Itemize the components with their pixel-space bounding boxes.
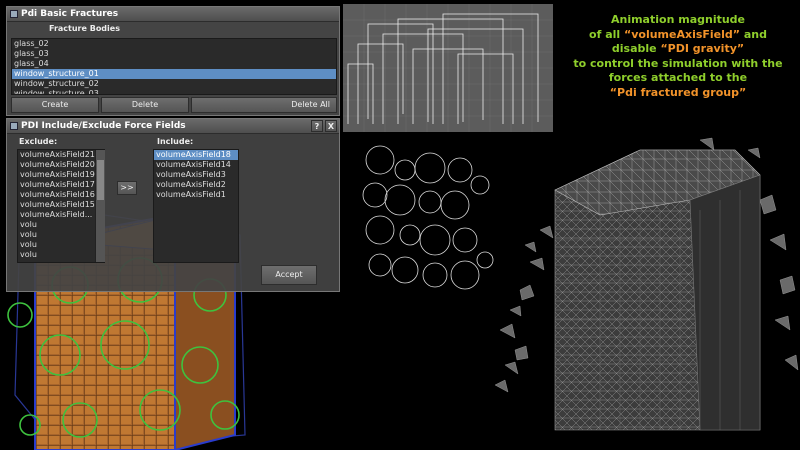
close-button[interactable]: X	[325, 120, 337, 132]
scrollbar-thumb[interactable]	[97, 160, 104, 200]
force-fields-window: PDI Include/Exclude Force Fields ? X Exc…	[6, 118, 340, 292]
app-icon	[10, 122, 18, 130]
annotation-text-part: disable	[611, 42, 661, 55]
list-item-selected[interactable]: window_structure_01	[12, 69, 336, 79]
fracture-window-titlebar[interactable]: Pdi Basic Fractures	[7, 7, 339, 22]
list-item[interactable]: volu	[18, 240, 104, 250]
list-item[interactable]: glass_04	[12, 59, 336, 69]
fracture-bodies-list[interactable]: glass_02 glass_03 glass_04 window_struct…	[11, 38, 337, 95]
list-item[interactable]: volu	[18, 230, 104, 240]
list-item[interactable]: volu	[18, 220, 104, 230]
list-item[interactable]: window_structure_03	[12, 89, 336, 94]
accept-button[interactable]: Accept	[261, 265, 317, 285]
include-list[interactable]: volumeAxisField18 volumeAxisField14 volu…	[153, 149, 239, 263]
exclude-list[interactable]: volumeAxisField21 volumeAxisField20 volu…	[17, 149, 105, 263]
list-item[interactable]: volumeAxisField3	[154, 170, 238, 180]
list-item[interactable]: volumeAxisField20	[18, 160, 104, 170]
annotation-line-4: to control the simulation with the	[573, 56, 783, 70]
annotation-line-3: disable “PDI gravity”	[563, 42, 793, 57]
fracture-window-title: Pdi Basic Fractures	[21, 9, 119, 19]
shattered-building	[554, 149, 761, 431]
force-field-spheres-cluster	[362, 145, 494, 290]
annotation-line-6: “Pdi fractured group”	[609, 85, 747, 99]
annotation-line-2: of all “volumeAxisField” and	[563, 28, 793, 43]
exclude-label: Exclude:	[19, 137, 58, 146]
list-item[interactable]: glass_02	[12, 39, 336, 49]
list-item[interactable]: volumeAxisField21	[18, 150, 104, 160]
create-button[interactable]: Create	[11, 97, 99, 113]
list-item[interactable]: volumeAxisField15	[18, 200, 104, 210]
annotation-highlight: “volumeAxisField”	[623, 27, 741, 41]
annotation-line-5: forces attached to the	[608, 71, 748, 84]
annotation-text-part: of all	[589, 27, 624, 41]
delete-all-button[interactable]: Delete All	[191, 97, 337, 113]
list-item[interactable]: window_structure_02	[12, 79, 336, 89]
list-item[interactable]: volumeAxisField...	[18, 210, 104, 220]
annotation-line-1: Animation magnitude	[610, 13, 746, 26]
force-window-titlebar[interactable]: PDI Include/Exclude Force Fields ? X	[7, 119, 339, 134]
list-item[interactable]: volumeAxisField14	[154, 160, 238, 170]
list-item-selected[interactable]: volumeAxisField18	[154, 150, 238, 160]
force-window-title: PDI Include/Exclude Force Fields	[21, 121, 186, 131]
list-item[interactable]: volumeAxisField19	[18, 170, 104, 180]
list-item[interactable]: volumeAxisField2	[154, 180, 238, 190]
include-label: Include:	[157, 137, 194, 146]
app-icon	[10, 10, 18, 18]
help-button[interactable]: ?	[311, 120, 323, 132]
exclude-scrollbar[interactable]	[95, 150, 105, 262]
transfer-button[interactable]: >>	[117, 181, 137, 195]
animation-curve-graph	[343, 4, 553, 132]
annotation-highlight: “PDI gravity”	[660, 42, 745, 55]
delete-button[interactable]: Delete	[101, 97, 189, 113]
annotation-text-part: and	[740, 27, 767, 41]
list-item[interactable]: volumeAxisField1	[154, 190, 238, 200]
list-item[interactable]: volu	[18, 250, 104, 260]
list-item[interactable]: volumeAxisField17	[18, 180, 104, 190]
fracture-bodies-window: Pdi Basic Fractures Fracture Bodies glas…	[6, 6, 340, 116]
list-item[interactable]: glass_03	[12, 49, 336, 59]
list-item[interactable]: volumeAxisField16	[18, 190, 104, 200]
annotation-text: Animation magnitude of all “volumeAxisFi…	[563, 13, 793, 100]
fracture-bodies-header: Fracture Bodies	[49, 24, 120, 33]
